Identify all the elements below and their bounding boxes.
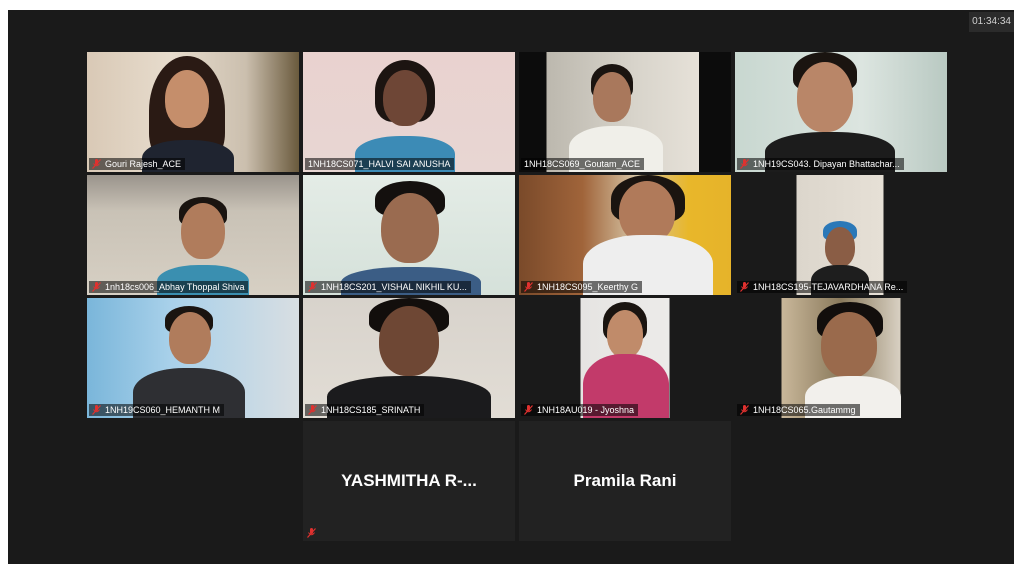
participant-display-name: Pramila Rani [573,471,677,490]
participant-name: 1NH18CS095_Keerthy G [521,281,643,293]
participant-video [303,298,515,418]
video-tile-pramila[interactable]: Pramila Rani [519,421,731,541]
meeting-gallery: 01:34:34 Gouri Rajesh_ACE 1NH18CS071_HAL… [8,10,1014,564]
participant-video [519,52,731,172]
video-tile-gouri[interactable]: Gouri Rajesh_ACE [87,52,299,172]
participant-name: 1NH18CS071_HALVI SAI ANUSHA [305,158,455,170]
participant-name: 1NH19CS043. Dipayan Bhattachar... [737,158,904,170]
video-tile-srinath[interactable]: 1NH18CS185_SRINATH [303,298,515,418]
meeting-timer: 01:34:34 [969,12,1014,32]
muted-mic-icon [92,159,101,169]
participant-video [303,175,515,295]
video-tile-jyoshna[interactable]: 1NH18AU019 - Jyoshna [519,298,731,418]
muted-mic-icon [524,282,533,292]
participant-name: 1NH18CS201_VISHAL NIKHIL KU... [305,281,471,293]
video-tile-hemanth[interactable]: 1NH19CS060_HEMANTH M [87,298,299,418]
video-tile-tejavardhana[interactable]: 1NH18CS195-TEJAVARDHANA Re... [735,175,947,295]
muted-mic-icon [524,405,533,415]
muted-mic-icon [92,405,101,415]
participant-name: 1NH18CS185_SRINATH [305,404,425,416]
muted-mic-icon [308,405,317,415]
participant-video [735,175,947,295]
participant-video [87,298,299,418]
muted-mic-icon [92,282,101,292]
participant-name: 1NH18AU019 - Jyoshna [521,404,639,416]
participant-video [735,298,947,418]
video-tile-halvi[interactable]: 1NH18CS071_HALVI SAI ANUSHA [303,52,515,172]
participant-video [519,175,731,295]
video-tile-abhay[interactable]: 1nh18cs006_Abhay Thoppal Shiva [87,175,299,295]
participant-name: Gouri Rajesh_ACE [89,158,186,170]
participant-name: 1NH18CS069_Goutam_ACE [521,158,645,170]
participant-name: 1NH18CS065.Gautammg [737,404,860,416]
video-tile-yashmitha[interactable]: YASHMITHA R-... [303,421,515,541]
video-tile-keerthy[interactable]: 1NH18CS095_Keerthy G [519,175,731,295]
participant-video [519,298,731,418]
muted-mic-icon [740,159,749,169]
participant-display-name: YASHMITHA R-... [341,471,477,490]
muted-mic-icon [307,528,316,538]
participant-name: 1NH19CS060_HEMANTH M [89,404,225,416]
video-tile-dipayan[interactable]: 1NH19CS043. Dipayan Bhattachar... [735,52,947,172]
muted-mic-icon [740,282,749,292]
participant-video [87,52,299,172]
participant-name: 1NH18CS195-TEJAVARDHANA Re... [737,281,908,293]
participant-video [87,175,299,295]
video-tile-goutam[interactable]: 1NH18CS069_Goutam_ACE [519,52,731,172]
video-tile-gautammg[interactable]: 1NH18CS065.Gautammg [735,298,947,418]
participant-video [303,52,515,172]
participant-name: 1nh18cs006_Abhay Thoppal Shiva [89,281,249,293]
muted-mic-icon [740,405,749,415]
participant-video [735,52,947,172]
muted-mic-icon [308,282,317,292]
video-tile-vishal[interactable]: 1NH18CS201_VISHAL NIKHIL KU... [303,175,515,295]
